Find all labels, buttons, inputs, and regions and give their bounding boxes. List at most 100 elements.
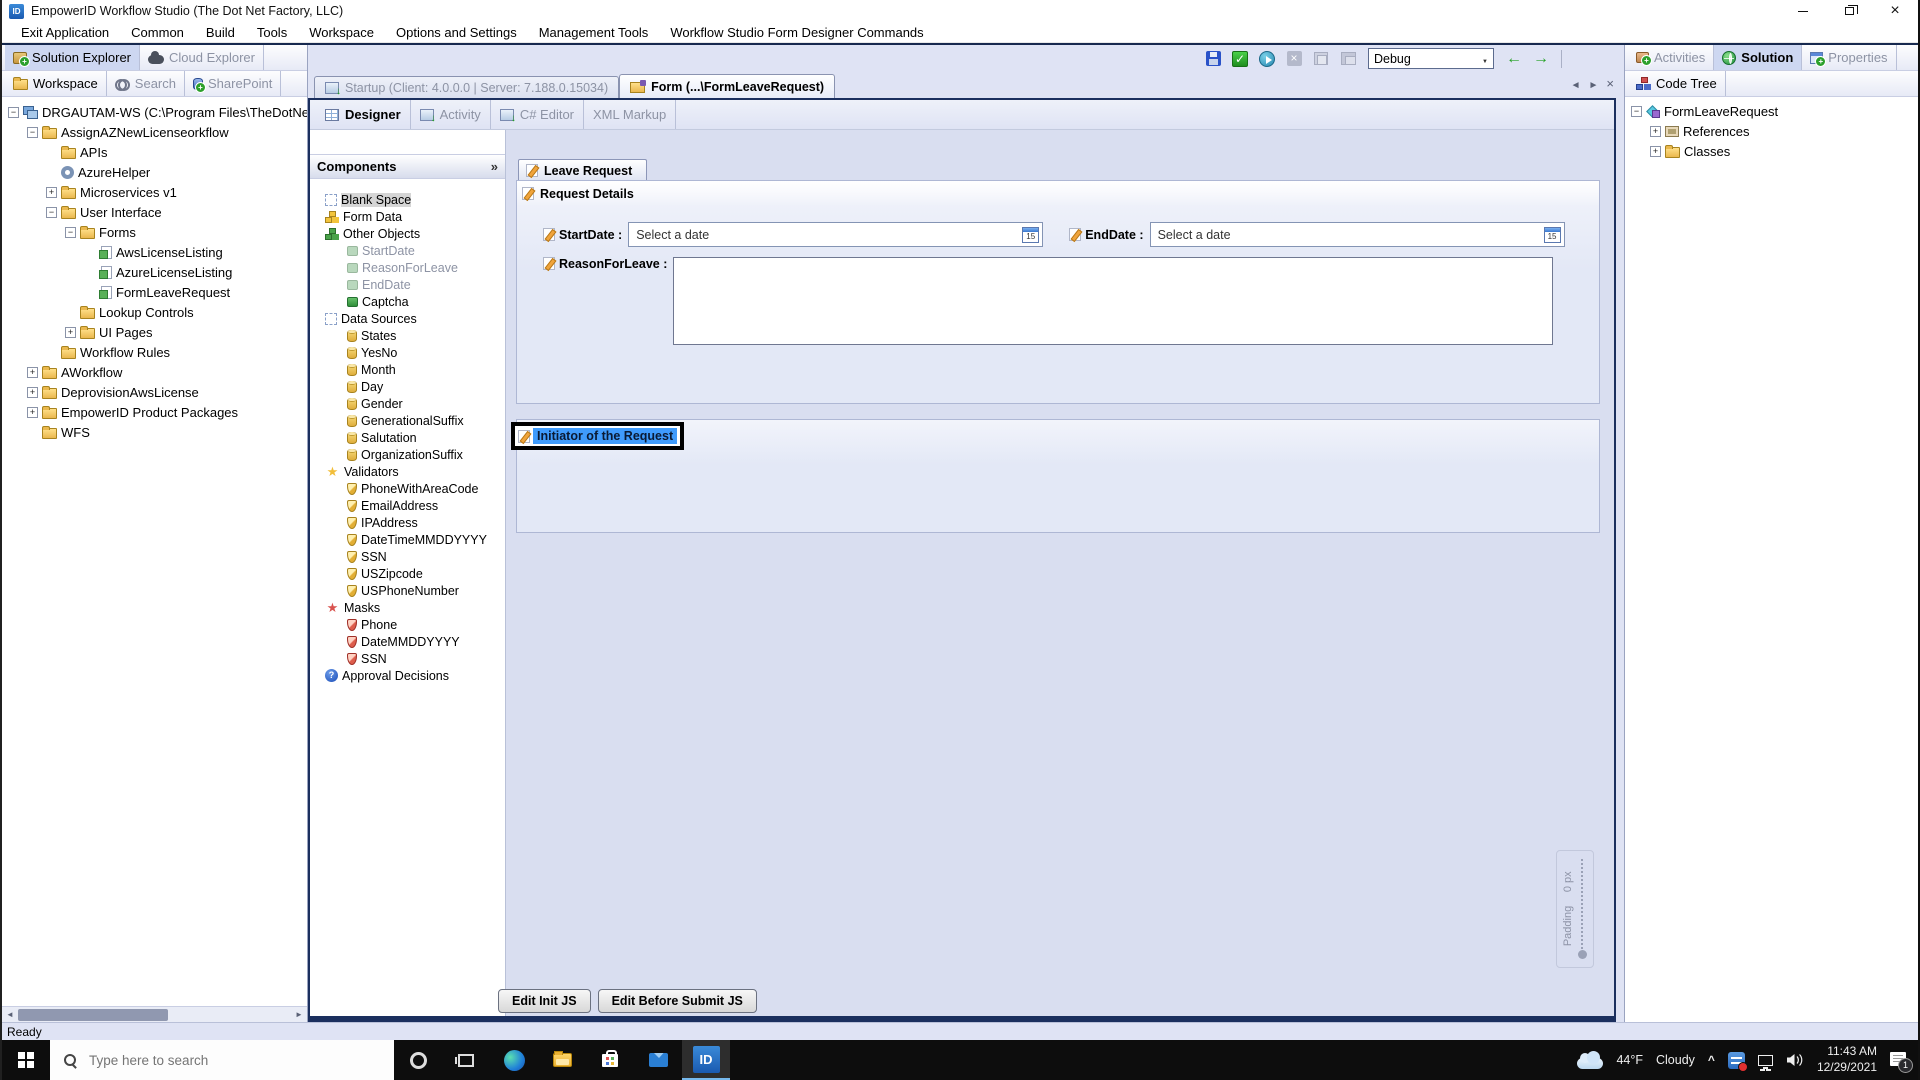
component-item[interactable]: OrganizationSuffix [310,446,505,463]
taskbar-app-cortana[interactable] [394,1040,442,1080]
taskbar-search[interactable] [50,1040,394,1080]
component-item[interactable]: USPhoneNumber [310,582,505,599]
expander-minus-icon[interactable] [1631,106,1642,117]
component-item[interactable]: Data Sources [310,310,505,327]
tab-solution[interactable]: Solution [1714,45,1802,70]
menu-options-settings[interactable]: Options and Settings [385,22,528,42]
tab-startup-document[interactable]: Startup (Client: 4.0.0.0 | Server: 7.188… [314,76,619,98]
remote-app-icon[interactable] [1728,1052,1745,1069]
selected-section-header[interactable]: Initiator of the Request [511,422,684,450]
taskbar-app-mail[interactable] [634,1040,682,1080]
network-icon[interactable] [1758,1055,1773,1066]
tree-item[interactable]: Workflow Rules [5,342,307,362]
tree-item[interactable]: DeprovisionAwsLicense [5,382,307,402]
taskbar-app-empowerid[interactable]: ID [682,1040,730,1080]
component-item[interactable]: DateTimeMMDDYYYY [310,531,505,548]
component-item[interactable]: IPAddress [310,514,505,531]
component-item[interactable]: SSN [310,548,505,565]
task-view-button[interactable] [442,1040,490,1080]
tab-activity[interactable]: Activity [411,100,491,129]
component-item[interactable]: Other Objects [310,225,505,242]
tab-code-tree[interactable]: Code Tree [1628,71,1726,96]
tree-item[interactable]: UI Pages [5,322,307,342]
tree-item[interactable]: EmpowerID Product Packages [5,402,307,422]
component-item[interactable]: Salutation [310,429,505,446]
scroll-left-button[interactable]: ◄ [2,1007,18,1022]
expander-minus-icon[interactable] [27,127,38,138]
taskbar-app-explorer[interactable] [538,1040,586,1080]
component-item[interactable]: SSN [310,650,505,667]
request-details-header[interactable]: Request Details [517,181,1599,206]
component-item[interactable]: Masks [310,599,505,616]
horizontal-scrollbar[interactable]: ◄ ► [2,1006,307,1022]
reason-textarea[interactable] [673,257,1553,345]
padding-ruler[interactable]: Padding 0 px [1556,850,1594,968]
tab-csharp-editor[interactable]: C# Editor [491,100,584,129]
navigate-back-button[interactable]: ← [1503,48,1525,70]
tree-item[interactable]: AzureHelper [5,162,307,182]
tab-close-icon[interactable] [1606,79,1614,91]
component-item[interactable]: Approval Decisions [310,667,505,684]
initiator-section[interactable]: Initiator of the Request [516,419,1600,533]
tree-item[interactable]: Microservices v1 [5,182,307,202]
menu-build[interactable]: Build [195,22,246,42]
form-page-tab[interactable]: Leave Request [518,159,647,181]
minimize-button[interactable] [1780,0,1826,22]
component-item[interactable]: Month [310,361,505,378]
edit-pencil-icon[interactable] [543,257,555,270]
build-configuration-dropdown[interactable]: Debug [1368,48,1494,69]
volume-icon[interactable] [1786,1052,1804,1068]
notification-area[interactable]: 1 [1890,1052,1906,1069]
tree-item[interactable]: AWorkflow [5,362,307,382]
tab-scroll-left-icon[interactable] [1571,80,1581,91]
component-item[interactable]: Phone [310,616,505,633]
edit-before-submit-js-button[interactable]: Edit Before Submit JS [598,989,757,1013]
component-item[interactable]: Captcha [310,293,505,310]
maximize-button[interactable] [1826,0,1872,22]
expander-plus-icon[interactable] [46,187,57,198]
edit-pencil-icon[interactable] [1069,228,1081,241]
menu-exit-application[interactable]: Exit Application [10,22,120,42]
expander-minus-icon[interactable] [65,227,76,238]
ruler-handle[interactable] [1578,950,1587,959]
component-item[interactable]: Day [310,378,505,395]
expander-plus-icon[interactable] [27,367,38,378]
taskbar-app-store[interactable] [586,1040,634,1080]
expander-minus-icon[interactable] [46,207,57,218]
expander-plus-icon[interactable] [27,387,38,398]
component-item[interactable]: Validators [310,463,505,480]
menu-workflow-form-designer[interactable]: Workflow Studio Form Designer Commands [659,22,934,42]
menu-management-tools[interactable]: Management Tools [528,22,660,42]
weather-condition[interactable]: Cloudy [1656,1053,1695,1067]
scrollbar-thumb[interactable] [18,1009,168,1021]
tree-item[interactable]: AzureLicenseListing [5,262,307,282]
scroll-right-button[interactable]: ► [291,1007,307,1022]
taskbar-clock[interactable]: 11:43 AM 12/29/2021 [1817,1044,1877,1075]
component-item[interactable]: USZipcode [310,565,505,582]
start-button[interactable] [2,1040,50,1080]
menu-tools[interactable]: Tools [246,22,298,42]
tab-activities[interactable]: Activities [1628,45,1714,70]
calendar-icon[interactable]: 15 [1544,227,1561,243]
tree-item[interactable]: APIs [5,142,307,162]
tab-scroll-right-icon[interactable] [1589,80,1599,91]
tab-search[interactable]: Search [107,71,185,96]
tree-item[interactable]: Forms [5,222,307,242]
startdate-input[interactable]: Select a date 15 [628,222,1043,247]
tab-designer[interactable]: Designer [316,100,411,129]
form-canvas[interactable]: Leave Request Request Details StartDate … [506,130,1614,1016]
component-item[interactable]: YesNo [310,344,505,361]
tab-form-document[interactable]: Form (...\FormLeaveRequest) [619,74,835,98]
component-item[interactable]: EmailAddress [310,497,505,514]
expander-plus-icon[interactable] [27,407,38,418]
tree-item[interactable]: References [1628,121,1918,141]
component-item[interactable]: PhoneWithAreaCode [310,480,505,497]
request-details-section[interactable]: Request Details StartDate : Select a dat… [516,180,1600,404]
tree-item[interactable]: WFS [5,422,307,442]
tab-cloud-explorer[interactable]: Cloud Explorer [140,45,264,70]
expander-plus-icon[interactable] [1650,146,1661,157]
edit-pencil-icon[interactable] [543,228,555,241]
component-item[interactable]: Gender [310,395,505,412]
tree-item[interactable]: DRGAUTAM-WS (C:\Program Files\TheDotNetF… [5,102,307,122]
tray-chevron-up-icon[interactable]: ^ [1708,1053,1715,1067]
